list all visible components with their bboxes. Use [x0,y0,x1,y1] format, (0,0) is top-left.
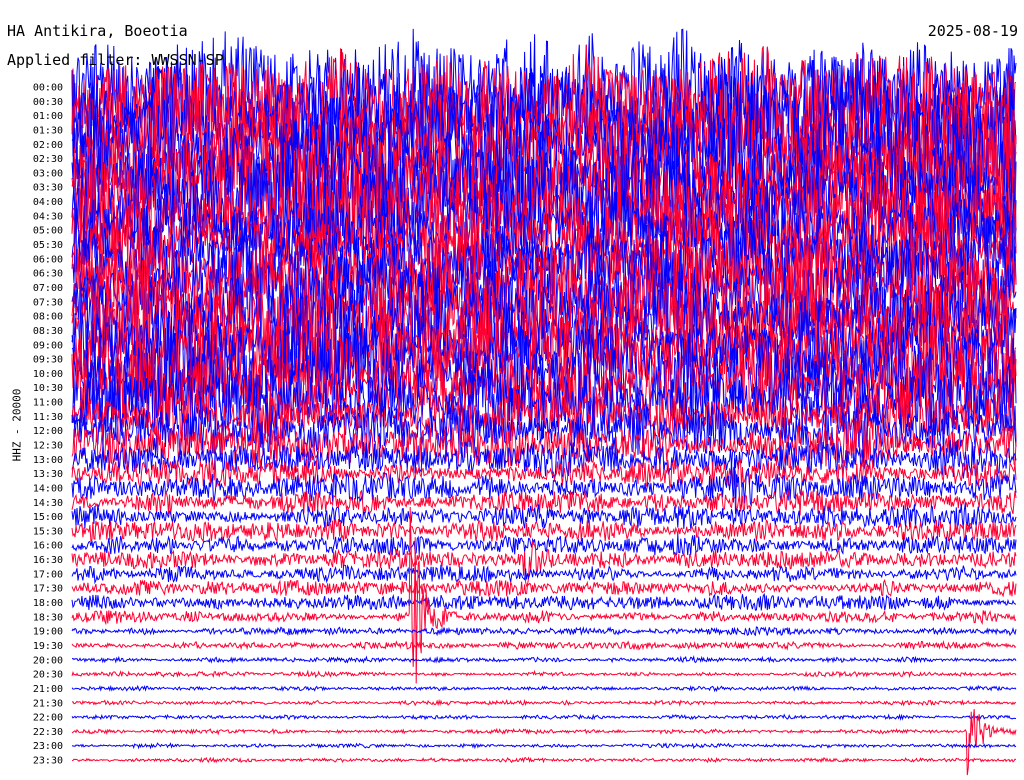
seismic-trace [71,578,1017,598]
time-tick-label: 09:30 [33,355,63,366]
time-tick-label: 15:30 [33,526,63,537]
seismic-trace [71,713,1017,722]
time-tick-label: 21:30 [33,698,63,709]
time-tick-label: 17:30 [33,584,63,595]
time-tick-label: 11:00 [33,398,63,409]
time-tick-label: 17:00 [33,569,63,580]
seismic-trace [71,756,1017,764]
time-tick-label: 08:00 [33,312,63,323]
seismic-trace [71,593,1017,611]
time-tick-label: 05:30 [33,240,63,251]
time-tick-label: 02:00 [33,140,63,151]
time-tick-label: 12:30 [33,441,63,452]
time-tick-label: 23:30 [33,756,63,767]
time-tick-label: 16:00 [33,541,63,552]
time-tick-label: 22:00 [33,713,63,724]
time-tick-label: 18:30 [33,612,63,623]
station-title: HA Antikira, Boeotia [7,22,188,40]
seismic-trace [71,742,1017,750]
time-tick-label: 09:00 [33,340,63,351]
time-tick-label: 21:00 [33,684,63,695]
time-tick-label: 10:00 [33,369,63,380]
seismic-trace [71,709,1017,776]
seismic-trace [71,626,1017,637]
date-label: 2025-08-19 [927,22,1018,40]
seismic-trace [71,684,1017,693]
time-tick-label: 11:30 [33,412,63,423]
time-tick-label: 04:00 [33,197,63,208]
time-tick-label: 05:00 [33,226,63,237]
time-tick-label: 14:30 [33,498,63,509]
time-tick-label: 06:30 [33,269,63,280]
time-tick-label: 19:30 [33,641,63,652]
filter-label: Applied filter: WWSSN-SP [7,51,224,69]
seismic-trace [71,534,1017,557]
time-tick-label: 08:30 [33,326,63,337]
time-tick-label: 01:00 [33,111,63,122]
time-tick-label: 20:00 [33,655,63,666]
seismic-trace [71,564,1017,585]
helicorder-plot: 00:00 00:30 01:00 01:30 02:00 02:30 03:00 03:30… [33,28,1017,776]
time-tick-label: 03:30 [33,183,63,194]
time-tick-label: 20:30 [33,670,63,681]
time-tick-label: 10:30 [33,383,63,394]
time-tick-label: 03:00 [33,168,63,179]
time-tick-label: 04:30 [33,211,63,222]
time-tick-label: 19:00 [33,627,63,638]
seismic-trace [71,698,1017,707]
time-tick-label: 15:00 [33,512,63,523]
time-tick-label: 13:00 [33,455,63,466]
helicorder-page: HA Antikira, Boeotia 2025-08-19 Applied … [0,0,1024,780]
time-tick-label: 00:30 [33,97,63,108]
channel-axis-label: HHZ - 20000 [10,388,24,462]
time-tick-label: 18:00 [33,598,63,609]
time-tick-label: 06:00 [33,254,63,265]
time-tick-label: 14:00 [33,483,63,494]
seismic-trace [71,654,1017,664]
seismic-trace [71,640,1017,651]
time-tick-label: 13:30 [33,469,63,480]
time-tick-label: 00:00 [33,83,63,94]
seismic-trace [71,506,1017,684]
time-tick-label: 12:00 [33,426,63,437]
time-tick-label: 16:30 [33,555,63,566]
time-tick-label: 02:30 [33,154,63,165]
time-tick-label: 07:00 [33,283,63,294]
time-tick-label: 07:30 [33,297,63,308]
time-tick-label: 23:00 [33,741,63,752]
seismic-trace [71,669,1017,679]
time-tick-label: 01:30 [33,125,63,136]
time-tick-label: 22:30 [33,727,63,738]
